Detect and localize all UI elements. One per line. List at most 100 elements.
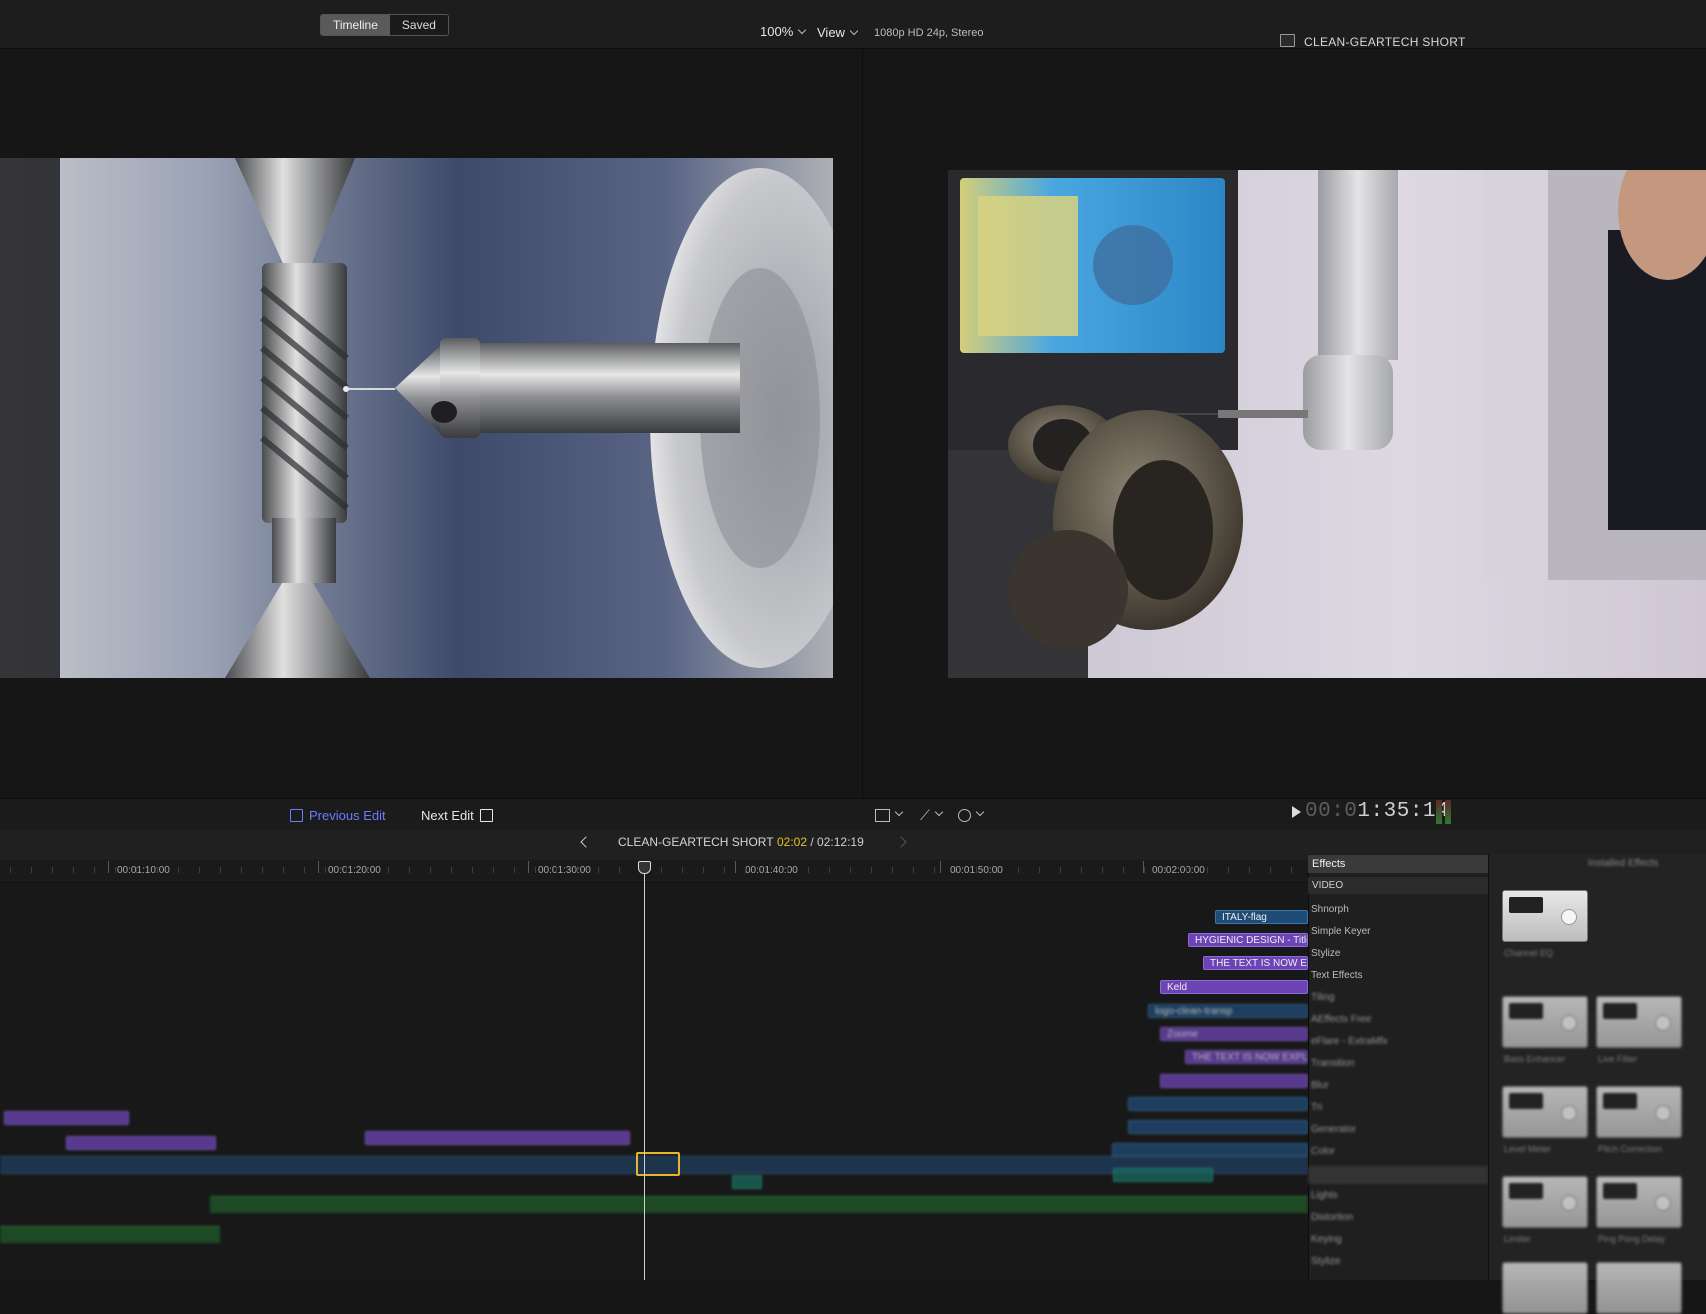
effect-thumbnail[interactable] <box>1502 1262 1588 1314</box>
cmm-measurement-frame <box>948 170 1706 678</box>
ruler-minor-tick <box>871 867 872 873</box>
effect-thumbnail[interactable] <box>1596 996 1682 1048</box>
clip-video[interactable] <box>1128 1120 1308 1134</box>
clip-title[interactable] <box>365 1131 630 1145</box>
effect-caption: Ping Pong Delay <box>1598 1234 1666 1244</box>
retime-menu[interactable] <box>958 806 985 824</box>
clip-video[interactable] <box>1128 1097 1308 1111</box>
clip-title[interactable] <box>4 1111 129 1125</box>
ruler-minor-tick <box>766 867 767 873</box>
ruler-minor-tick <box>577 867 578 873</box>
audio-track[interactable] <box>210 1196 1308 1213</box>
effects-category-item[interactable]: Text Effects <box>1311 970 1363 981</box>
effects-category-item[interactable]: Simple Keyer <box>1311 926 1370 937</box>
effects-category-item[interactable]: Color <box>1311 1146 1335 1157</box>
effect-thumbnail[interactable] <box>1502 890 1588 942</box>
effect-thumbnail[interactable] <box>1596 1086 1682 1138</box>
previous-edit-icon <box>290 809 303 822</box>
waveform-icon <box>1603 1183 1637 1199</box>
clip-logo[interactable]: logo-clean-transp <box>1148 1004 1308 1018</box>
clip-title[interactable] <box>1160 1074 1308 1088</box>
view-menu[interactable]: View <box>817 25 859 40</box>
timecode-leading: 00:0 <box>1305 800 1358 823</box>
knob-icon <box>1561 1195 1577 1211</box>
effect-thumbnail[interactable] <box>1596 1262 1682 1314</box>
effect-thumbnail[interactable] <box>1502 1086 1588 1138</box>
effects-category-item[interactable]: Generator <box>1311 1124 1356 1135</box>
ruler-label: 00:02:00:00 <box>1152 865 1205 876</box>
timeline-saved-segment[interactable]: Timeline Saved <box>320 14 449 36</box>
effects-category-video[interactable]: VIDEO <box>1308 877 1488 894</box>
ruler-minor-tick <box>304 867 305 873</box>
transform-menu[interactable] <box>875 806 904 824</box>
ruler-minor-tick <box>220 867 221 873</box>
audio-track[interactable] <box>0 1226 220 1243</box>
previous-edit-button[interactable]: Previous Edit <box>290 808 386 823</box>
clip-hygienic-design-title[interactable]: HYGIENIC DESIGN - Title... <box>1188 933 1308 947</box>
ruler-minor-tick <box>934 867 935 873</box>
effects-category-item[interactable]: AEffects Free <box>1311 1014 1371 1025</box>
ruler-minor-tick <box>892 867 893 873</box>
effect-thumbnail[interactable] <box>1502 996 1588 1048</box>
play-icon[interactable] <box>1292 806 1301 818</box>
effects-category-item[interactable]: Transition <box>1311 1058 1355 1069</box>
ruler-minor-tick <box>178 867 179 873</box>
effects-category-item[interactable]: Distortion <box>1311 1212 1353 1223</box>
effects-category-selected[interactable] <box>1308 1166 1488 1184</box>
effects-category-item[interactable]: Stylize <box>1311 1256 1340 1267</box>
ruler-minor-tick <box>73 867 74 873</box>
installed-effects-menu[interactable]: Installed Effects <box>1588 858 1658 869</box>
clip-text-title-2[interactable]: THE TEXT IS NOW EXPL... <box>1185 1050 1308 1064</box>
effects-category-item[interactable]: Shnorph <box>1311 904 1349 915</box>
effects-category-item[interactable]: Tiling <box>1311 992 1335 1003</box>
effect-thumbnail[interactable] <box>1502 1176 1588 1228</box>
playhead-handle[interactable] <box>638 861 651 874</box>
playhead[interactable] <box>644 862 645 1280</box>
chevron-down-icon <box>975 807 985 817</box>
effects-category-item[interactable]: Tri <box>1311 1102 1322 1113</box>
timeline-ruler[interactable] <box>0 860 1308 883</box>
clip-connected[interactable] <box>1113 1168 1213 1182</box>
next-edit-button[interactable]: Next Edit <box>421 808 493 823</box>
timeline-segment-button[interactable]: Timeline <box>321 15 390 35</box>
clip-keld[interactable]: Keld <box>1160 980 1308 994</box>
clip-text-title[interactable]: THE TEXT IS NOW E... <box>1203 956 1308 970</box>
effects-category-item[interactable]: Lights <box>1311 1190 1338 1201</box>
ruler-minor-tick <box>346 867 347 873</box>
clip-connected[interactable] <box>732 1175 762 1189</box>
effect-caption: Live Filter <box>1598 1054 1638 1064</box>
timecode-display[interactable]: 00:01:35:14 <box>1305 800 1449 823</box>
saved-segment-button[interactable]: Saved <box>389 15 448 35</box>
effects-title[interactable]: Effects <box>1308 855 1488 873</box>
knob-icon <box>1561 1015 1577 1031</box>
ruler-minor-tick <box>703 867 704 873</box>
chevron-down-icon <box>934 807 944 817</box>
clip-italy-flag[interactable]: ITALY-flag <box>1215 910 1308 924</box>
waveform-icon <box>1509 1183 1543 1199</box>
selected-clip[interactable] <box>636 1152 680 1176</box>
clip-zoom[interactable]: Zoome <box>1160 1027 1308 1041</box>
zoom-label: 100% <box>760 24 794 39</box>
zoom-menu[interactable]: 100% <box>760 24 807 39</box>
ruler-minor-tick <box>682 867 683 873</box>
enhance-menu[interactable]: ⟋ <box>920 806 944 824</box>
timeline-area[interactable] <box>0 883 1308 1280</box>
audio-meters[interactable] <box>1436 800 1451 824</box>
effect-thumbnail[interactable] <box>1596 1176 1682 1228</box>
ruler-minor-tick <box>1144 867 1145 873</box>
ruler-label: 00:01:40:00 <box>745 865 798 876</box>
film-icon <box>1280 34 1295 47</box>
clip-title[interactable] <box>66 1136 216 1150</box>
clip-video[interactable] <box>1112 1143 1308 1157</box>
ruler-minor-tick <box>1207 867 1208 873</box>
ruler-minor-tick <box>1018 867 1019 873</box>
effects-category-item[interactable]: eFlare - ExtraMfx <box>1311 1036 1388 1047</box>
ruler-minor-tick <box>94 867 95 873</box>
timeline-viewer[interactable] <box>948 170 1706 678</box>
effects-category-item[interactable]: Keying <box>1311 1234 1342 1245</box>
event-viewer[interactable] <box>0 158 833 678</box>
ruler-tick <box>318 861 319 873</box>
ruler-minor-tick <box>535 867 536 873</box>
effects-category-item[interactable]: Stylize <box>1311 948 1340 959</box>
effects-category-item[interactable]: Blur <box>1311 1080 1329 1091</box>
